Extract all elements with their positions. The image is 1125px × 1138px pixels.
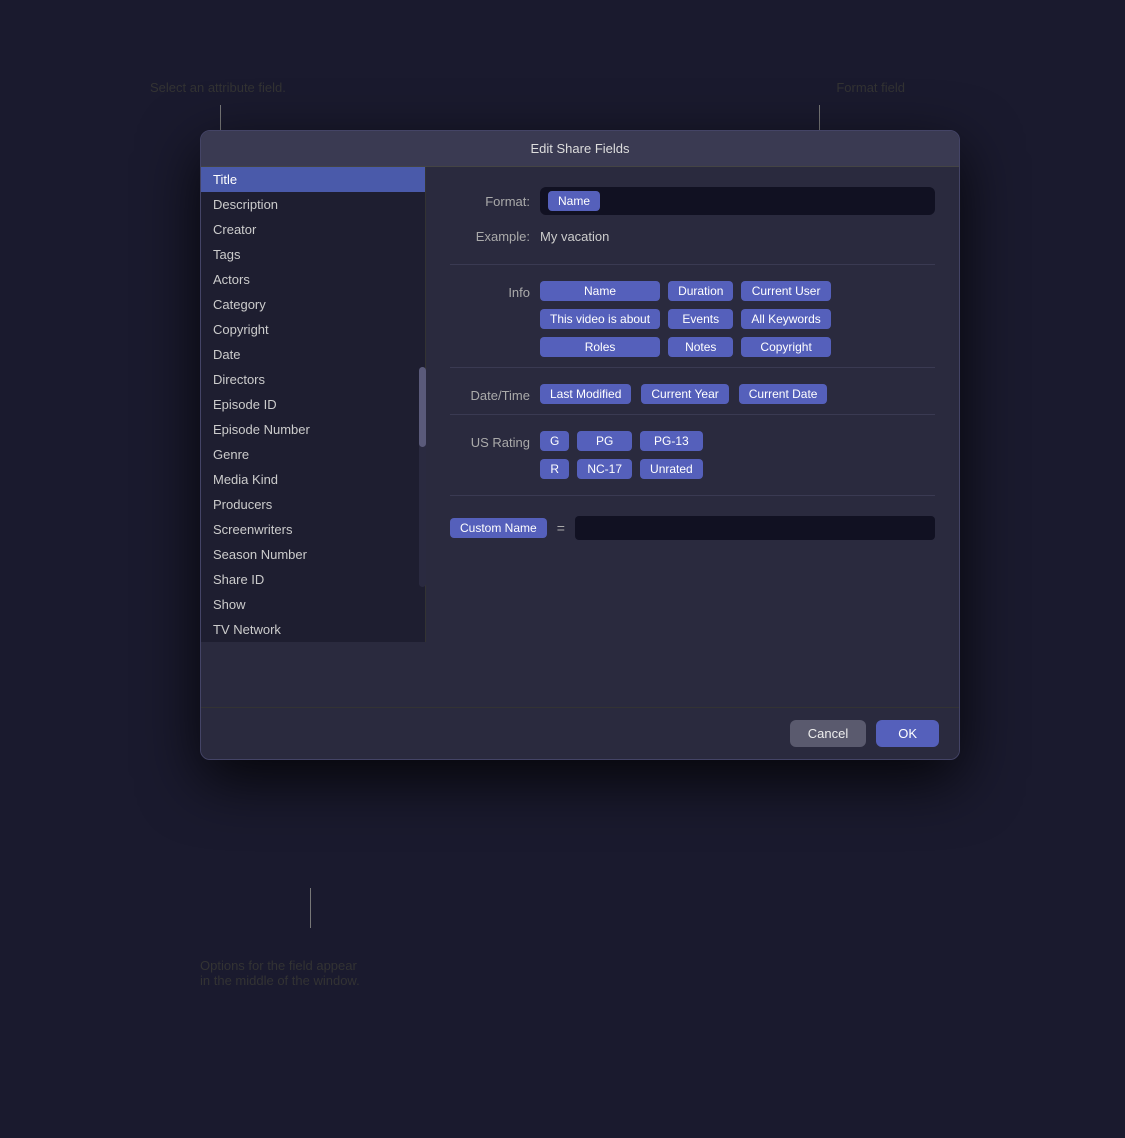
info-tokens-grid: Name Duration Current User This video is ab…: [540, 281, 831, 357]
sidebar-item-season-number[interactable]: Season Number: [201, 542, 425, 567]
us-rating-row: US Rating G PG PG-13 R NC-17 Unrated: [450, 431, 935, 479]
format-bar[interactable]: Name: [540, 187, 935, 215]
sidebar-item-description[interactable]: Description: [201, 192, 425, 217]
custom-name-row: Custom Name =: [450, 516, 935, 540]
datetime-token-last-modified[interactable]: Last Modified: [540, 384, 631, 404]
sidebar-item-directors[interactable]: Directors: [201, 367, 425, 392]
equals-sign: =: [557, 520, 565, 536]
rating-token-nc-17[interactable]: NC-17: [577, 459, 632, 479]
custom-name-input[interactable]: [575, 516, 935, 540]
annotation-select-field: Select an attribute field.: [150, 80, 286, 95]
sidebar-item-producers[interactable]: Producers: [201, 492, 425, 517]
info-token-duration[interactable]: Duration: [668, 281, 733, 301]
sidebar-item-creator[interactable]: Creator: [201, 217, 425, 242]
rating-token-g[interactable]: G: [540, 431, 569, 451]
sidebar-item-date[interactable]: Date: [201, 342, 425, 367]
info-token-notes[interactable]: Notes: [668, 337, 733, 357]
edit-share-fields-dialog: Edit Share Fields TitleDescriptionCreato…: [200, 130, 960, 760]
rating-token-pg-13[interactable]: PG-13: [640, 431, 703, 451]
datetime-label: Date/Time: [450, 384, 530, 403]
divider-2: [450, 367, 935, 368]
sidebar-item-share-id[interactable]: Share ID: [201, 567, 425, 592]
info-token-copyright[interactable]: Copyright: [741, 337, 830, 357]
example-label: Example:: [450, 229, 530, 244]
datetime-token-current-date[interactable]: Current Date: [739, 384, 828, 404]
dialog-titlebar: Edit Share Fields: [201, 131, 959, 167]
datetime-tokens: Last Modified Current Year Current Date: [540, 384, 827, 404]
format-label: Format:: [450, 194, 530, 209]
info-token-events[interactable]: Events: [668, 309, 733, 329]
info-token-this-video-is-about[interactable]: This video is about: [540, 309, 660, 329]
info-token-roles[interactable]: Roles: [540, 337, 660, 357]
sidebar-item-media-kind[interactable]: Media Kind: [201, 467, 425, 492]
sidebar-item-episode-id[interactable]: Episode ID: [201, 392, 425, 417]
info-row: Info Name Duration Current User This video …: [450, 281, 935, 357]
dialog-footer: Cancel OK: [201, 707, 959, 759]
sidebar-wrapper: TitleDescriptionCreatorTagsActorsCategor…: [201, 167, 426, 707]
sidebar-item-show[interactable]: Show: [201, 592, 425, 617]
sidebar-item-copyright[interactable]: Copyright: [201, 317, 425, 342]
dialog-container: Edit Share Fields TitleDescriptionCreato…: [200, 130, 1045, 760]
sidebar-item-episode-number[interactable]: Episode Number: [201, 417, 425, 442]
dialog-body: TitleDescriptionCreatorTagsActorsCategor…: [201, 167, 959, 707]
dialog-title: Edit Share Fields: [531, 141, 630, 156]
datetime-token-current-year[interactable]: Current Year: [641, 384, 728, 404]
info-label: Info: [450, 281, 530, 300]
sidebar: TitleDescriptionCreatorTagsActorsCategor…: [201, 167, 426, 642]
sidebar-item-actors[interactable]: Actors: [201, 267, 425, 292]
rating-token-pg[interactable]: PG: [577, 431, 632, 451]
info-token-current-user[interactable]: Current User: [741, 281, 830, 301]
divider-1: [450, 264, 935, 265]
scrollbar-thumb[interactable]: [419, 367, 426, 447]
sidebar-item-tv-network[interactable]: TV Network: [201, 617, 425, 642]
format-name-token[interactable]: Name: [548, 191, 600, 211]
sidebar-item-title[interactable]: Title: [201, 167, 425, 192]
rating-token-r[interactable]: R: [540, 459, 569, 479]
example-row: Example: My vacation: [450, 229, 935, 244]
sidebar-item-screenwriters[interactable]: Screenwriters: [201, 517, 425, 542]
ok-button[interactable]: OK: [876, 720, 939, 747]
sidebar-item-category[interactable]: Category: [201, 292, 425, 317]
rating-tokens: G PG PG-13 R NC-17 Unrated: [540, 431, 703, 479]
annotation-line-bottom: [310, 888, 311, 928]
datetime-row: Date/Time Last Modified Current Year Curre…: [450, 384, 935, 404]
annotation-bottom: Options for the field appearin the middl…: [200, 958, 360, 988]
divider-4: [450, 495, 935, 496]
info-token-all-keywords[interactable]: All Keywords: [741, 309, 830, 329]
format-row: Format: Name: [450, 187, 935, 215]
us-rating-label: US Rating: [450, 431, 530, 450]
divider-3: [450, 414, 935, 415]
scrollbar-track[interactable]: [419, 367, 426, 587]
main-content: Format: Name Example: My vacation Info: [426, 167, 959, 707]
rating-token-unrated[interactable]: Unrated: [640, 459, 703, 479]
sidebar-item-tags[interactable]: Tags: [201, 242, 425, 267]
info-token-name[interactable]: Name: [540, 281, 660, 301]
sidebar-item-genre[interactable]: Genre: [201, 442, 425, 467]
example-value: My vacation: [540, 229, 609, 244]
cancel-button[interactable]: Cancel: [790, 720, 866, 747]
custom-name-token[interactable]: Custom Name: [450, 518, 547, 538]
annotation-format-field: Format field: [836, 80, 905, 95]
